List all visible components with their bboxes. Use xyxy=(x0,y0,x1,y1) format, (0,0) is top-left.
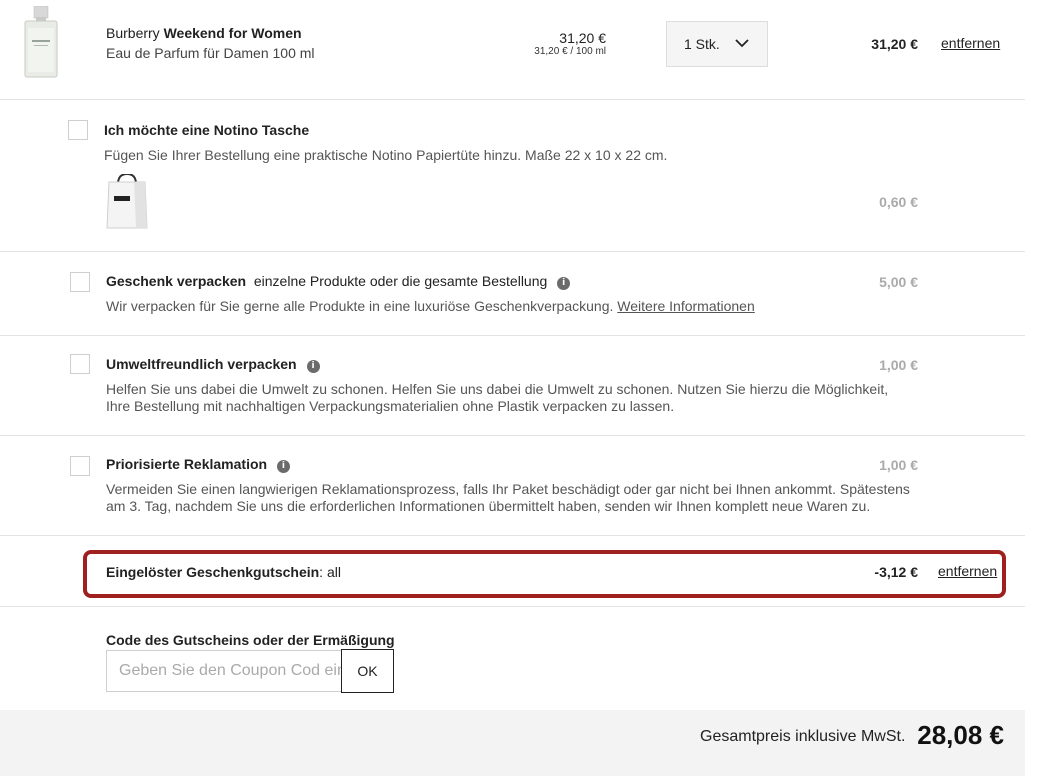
voucher-amount: -3,12 € xyxy=(874,564,918,580)
option-description: Fügen Sie Ihrer Bestellung eine praktisc… xyxy=(104,147,668,163)
quantity-select[interactable]: 1 Stk. xyxy=(666,21,768,67)
option-notino-bag: Ich möchte eine Notino Tasche Fügen Sie … xyxy=(0,100,1025,252)
info-icon[interactable]: i xyxy=(306,360,320,373)
cart-product-row: Burberry Weekend for Women Eau de Parfum… xyxy=(0,0,1025,100)
option-description: Wir verpacken für Sie gerne alle Produkt… xyxy=(106,298,886,315)
option-title-bold: Priorisierte Reklamation xyxy=(106,456,268,472)
voucher-label: Eingelöster Geschenkgutschein: all xyxy=(106,564,341,580)
total-label: Gesamtpreis inklusive MwSt. xyxy=(700,728,906,745)
option-title: Priorisierte Reklamation i xyxy=(106,456,290,473)
coupon-label: Code des Gutscheins oder der Ermäßigung xyxy=(106,632,395,648)
product-name[interactable]: Burberry Weekend for Women xyxy=(106,25,302,41)
product-title: Weekend for Women xyxy=(163,25,302,41)
option-price: 5,00 € xyxy=(879,274,918,290)
option-description-text: Wir verpacken für Sie gerne alle Produkt… xyxy=(106,298,614,314)
chevron-down-icon xyxy=(735,39,749,48)
option-description: Helfen Sie uns dabei die Umwelt zu schon… xyxy=(106,381,889,414)
notino-bag-image xyxy=(106,172,148,230)
option-price: 0,60 € xyxy=(879,194,918,210)
product-brand: Burberry xyxy=(106,25,160,41)
product-line-total: 31,20 € xyxy=(871,36,918,52)
info-icon[interactable]: i xyxy=(276,460,290,473)
total-amount: 28,08 € xyxy=(917,720,1004,750)
option-price: 1,00 € xyxy=(879,357,918,373)
option-title: Geschenk verpacken einzelne Produkte ode… xyxy=(106,273,571,290)
option-title: Umweltfreundlich verpacken i xyxy=(106,356,320,373)
info-icon[interactable]: i xyxy=(557,277,571,290)
more-info-link[interactable]: Weitere Informationen xyxy=(617,298,754,314)
product-variant: Eau de Parfum für Damen 100 ml xyxy=(106,45,315,61)
option-title-bold: Umweltfreundlich verpacken xyxy=(106,356,297,372)
coupon-submit-button[interactable]: OK xyxy=(341,649,394,693)
option-description: Vermeiden Sie einen langwierigen Reklama… xyxy=(106,481,910,514)
gift-wrap-checkbox[interactable] xyxy=(70,272,90,292)
voucher-value: : all xyxy=(319,564,341,580)
option-eco-packaging: Umweltfreundlich verpacken i Helfen Sie … xyxy=(0,336,1025,436)
remove-product-link[interactable]: entfernen xyxy=(941,35,1000,51)
priority-claim-checkbox[interactable] xyxy=(70,456,90,476)
eco-packaging-checkbox[interactable] xyxy=(70,354,90,374)
option-title-bold: Geschenk verpacken xyxy=(106,273,247,289)
voucher-label-bold: Eingelöster Geschenkgutschein xyxy=(106,564,320,580)
product-image[interactable] xyxy=(22,5,60,78)
option-price: 1,00 € xyxy=(879,457,918,473)
option-title: Ich möchte eine Notino Tasche xyxy=(104,122,310,138)
option-gift-wrap: Geschenk verpacken einzelne Produkte ode… xyxy=(0,252,1025,336)
unit-price-per-volume: 31,20 € / 100 ml xyxy=(534,46,606,57)
quantity-value: 1 Stk. xyxy=(684,36,720,52)
option-priority-claim: Priorisierte Reklamation i Vermeiden Sie… xyxy=(0,436,1025,536)
total-bar: Gesamtpreis inklusive MwSt. 28,08 € xyxy=(0,710,1025,776)
option-title-extra: einzelne Produkte oder die gesamte Beste… xyxy=(253,273,548,289)
redeemed-voucher-row: Eingelöster Geschenkgutschein: all -3,12… xyxy=(0,536,1025,607)
unit-price: 31,20 € xyxy=(559,30,606,46)
notino-bag-checkbox[interactable] xyxy=(68,120,88,140)
coupon-input[interactable] xyxy=(106,650,342,692)
remove-voucher-link[interactable]: entfernen xyxy=(938,563,997,579)
